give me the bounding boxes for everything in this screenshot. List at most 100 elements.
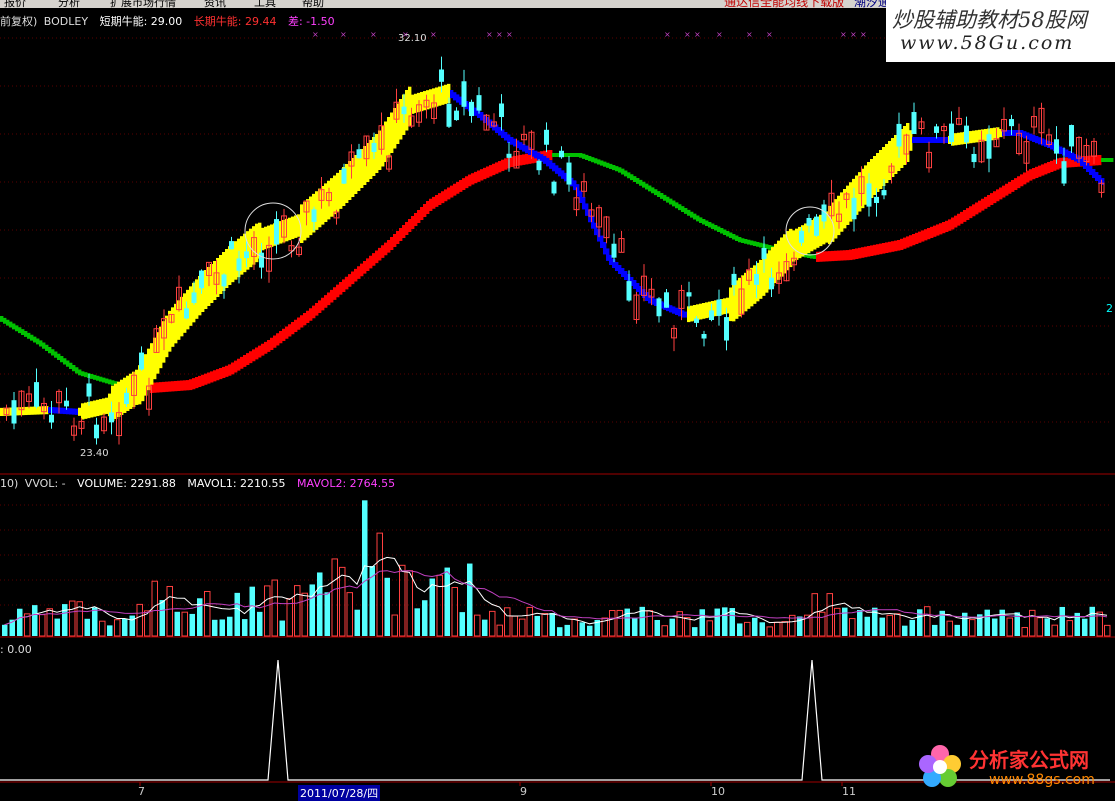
long-line-segment (525, 153, 529, 165)
long-line-segment (309, 308, 313, 321)
long-line-segment (357, 266, 361, 279)
volume-bar (557, 627, 563, 636)
band-segment (705, 302, 709, 319)
long-line-segment (759, 242, 763, 248)
long-line-segment (3, 317, 7, 324)
band-segment (30, 406, 34, 415)
long-line-segment (81, 371, 85, 377)
volume-bar (54, 618, 60, 636)
volume-indicator-name[interactable]: VVOL: - (25, 477, 66, 490)
band-segment (735, 280, 739, 319)
event-marker: × (340, 30, 347, 39)
adjust-mode-label[interactable]: 前复权) (0, 15, 37, 28)
event-marker: × (860, 30, 867, 39)
volume-bar (32, 605, 38, 636)
long-line-segment (870, 245, 874, 256)
candle-body (911, 112, 917, 134)
long-line-segment (972, 204, 976, 217)
mavol1-value: MAVOL1: 2210.55 (187, 477, 286, 490)
band-segment (501, 129, 505, 138)
candle-body (274, 219, 279, 245)
long-line-segment (180, 380, 184, 391)
long-line-segment (942, 222, 946, 234)
band-segment (684, 311, 688, 318)
high-price-marker: 32.10 (398, 33, 427, 44)
long-line-segment (471, 173, 475, 185)
volume-bar (1029, 609, 1036, 637)
long-line-segment (159, 382, 163, 393)
long-line-segment (954, 215, 958, 228)
long-line-segment (960, 211, 964, 224)
long-line-segment (288, 324, 292, 337)
volume-bar (212, 619, 218, 636)
band-segment (729, 287, 733, 322)
long-line-segment (549, 150, 553, 161)
long-line-segment (576, 153, 580, 157)
candle-body (971, 153, 977, 163)
band-segment (1059, 146, 1063, 154)
volume-indicator-header: 10) VVOL: - VOLUME: 2291.88 MAVOL1: 2210… (0, 477, 403, 490)
candle-body (896, 123, 902, 147)
long-line-segment (318, 300, 322, 313)
long-line-segment (1068, 157, 1072, 168)
band-segment (915, 137, 919, 143)
band-segment (582, 197, 586, 210)
candle-body (851, 197, 857, 220)
long-line-segment (1047, 162, 1051, 174)
long-line-segment (315, 303, 319, 316)
band-segment (759, 259, 763, 299)
volume-bar (534, 615, 540, 636)
band-segment (636, 283, 640, 292)
long-line-segment (273, 335, 277, 348)
band-segment (1068, 151, 1072, 159)
volume-bar (271, 579, 278, 637)
long-line-segment (687, 209, 691, 216)
candle-body (1069, 125, 1074, 147)
long-line-segment (12, 323, 16, 330)
long-line-segment (384, 242, 388, 256)
long-line-segment (177, 380, 181, 391)
long-line-segment (270, 337, 274, 350)
long-line-segment (924, 229, 928, 241)
band-segment (621, 268, 625, 277)
long-line-segment (522, 154, 526, 165)
long-line-segment (276, 333, 280, 346)
long-line-segment (921, 230, 925, 242)
long-line-segment (48, 347, 52, 354)
long-line-segment (51, 349, 55, 356)
band-segment (1035, 136, 1039, 144)
volume-bar (722, 607, 728, 636)
candle-body (559, 150, 564, 158)
long-line-segment (354, 268, 358, 282)
volume-bar (969, 619, 976, 637)
event-marker: × (430, 30, 437, 39)
band-segment (537, 152, 541, 161)
volume-bar (406, 570, 413, 637)
volume-bar (894, 613, 901, 637)
volume-bar (2, 624, 8, 636)
long-line-segment (198, 375, 202, 387)
long-line-segment (897, 240, 901, 251)
volume-bar (504, 607, 511, 637)
band-segment (525, 145, 529, 154)
long-line-segment (204, 373, 208, 385)
long-line-segment (735, 235, 739, 241)
long-line-segment (876, 244, 880, 255)
candle-body (109, 412, 114, 423)
volume-bar (92, 607, 98, 636)
long-line-segment (879, 243, 883, 255)
long-line-segment (609, 163, 613, 169)
long-line-segment (417, 210, 421, 223)
volume-bar (541, 613, 548, 637)
long-line-segment (582, 153, 586, 159)
stock-chart-canvas[interactable]: × × × × × × × × × × × × × × × × × (0, 0, 1115, 798)
volume-bar (122, 618, 128, 636)
volume-bar (166, 585, 173, 637)
date-axis-label: 10 (711, 785, 725, 798)
long-line-segment (405, 222, 409, 235)
long-line-segment (234, 360, 238, 373)
volume-bar (39, 614, 46, 637)
band-segment (795, 228, 799, 260)
long-line-segment (891, 241, 895, 252)
long-line-segment (192, 378, 196, 390)
